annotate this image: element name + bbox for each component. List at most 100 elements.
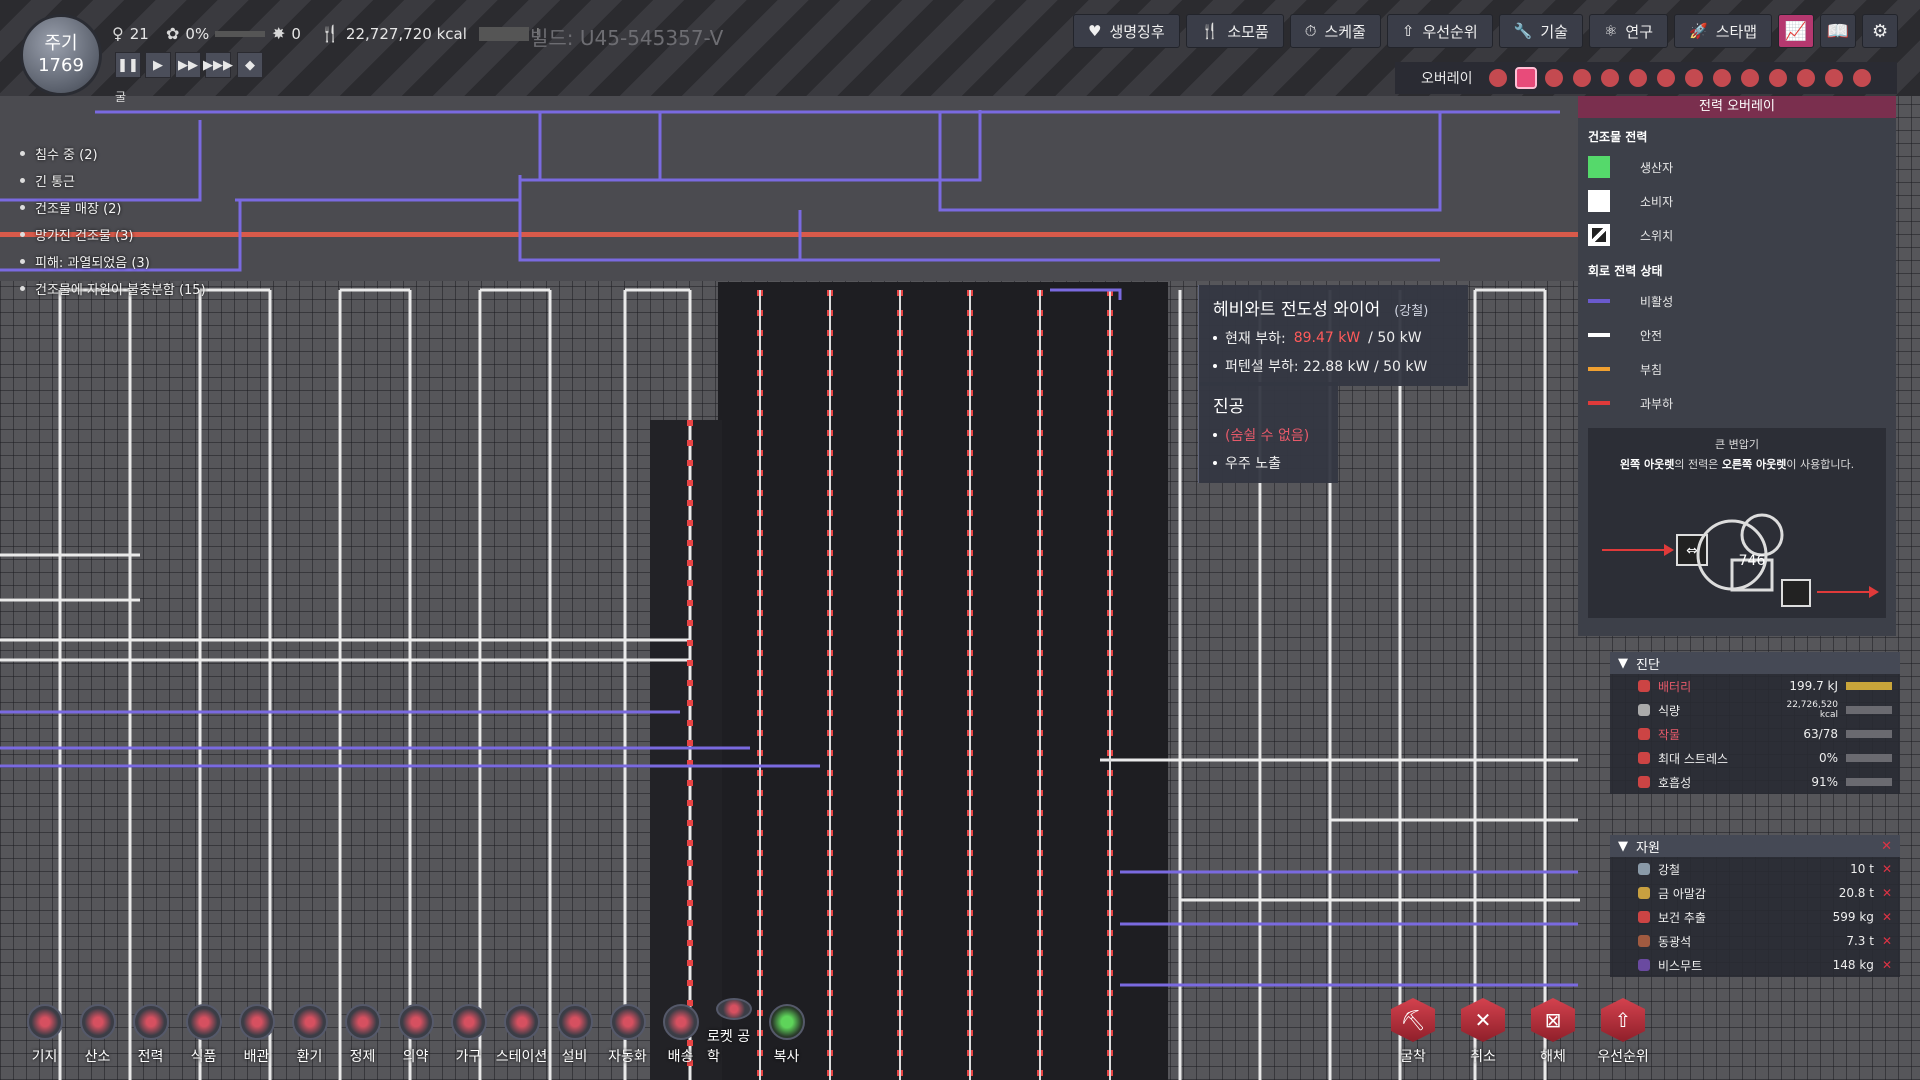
automation-overlay-icon[interactable]: [1824, 69, 1843, 87]
bullet-icon: [20, 259, 25, 264]
remove-icon[interactable]: ✕: [1882, 862, 1892, 876]
sick-value: 0: [291, 24, 301, 43]
temperature-overlay-icon[interactable]: [1544, 69, 1563, 87]
diagnostic-row[interactable]: 호흡성 91%: [1610, 770, 1900, 794]
close-icon[interactable]: ✕: [1881, 839, 1892, 854]
deconstruct-icon: ⊠: [1531, 998, 1575, 1042]
cutlery-icon: 🍴: [1200, 22, 1220, 40]
codex-button[interactable]: 📖: [1820, 14, 1857, 48]
farming-overlay-icon[interactable]: [1740, 69, 1759, 87]
nav-vitals-button[interactable]: ♥ 생명징후: [1073, 14, 1180, 48]
build-category-base[interactable]: 기지: [18, 998, 71, 1070]
bullet-icon: [1213, 364, 1217, 368]
build-label: 산소: [84, 1049, 111, 1065]
nav-schedule-button[interactable]: ⏱ 스케줄: [1289, 14, 1381, 48]
build-category-automation[interactable]: 자동화: [601, 998, 654, 1070]
nav-research-button[interactable]: ⚛ 연구: [1588, 14, 1668, 48]
resource-row[interactable]: 강철 10 t ✕: [1610, 857, 1900, 881]
cancel-tool-button[interactable]: ✕ 취소: [1455, 996, 1511, 1070]
suit-overlay-icon[interactable]: [1796, 69, 1815, 87]
diagnostic-row[interactable]: 식량 22,726,520 kcal: [1610, 698, 1900, 722]
cycle-clock[interactable]: 주기 1769: [20, 14, 102, 96]
resource-row[interactable]: 동광석 7.3 t ✕: [1610, 929, 1900, 953]
notification-item[interactable]: 망가진 건조물 (3): [20, 221, 206, 248]
build-label: 설비: [561, 1049, 588, 1065]
remove-icon[interactable]: ✕: [1882, 934, 1892, 948]
light-overlay-icon[interactable]: [1600, 69, 1619, 87]
settings-button[interactable]: ⚙: [1862, 14, 1899, 48]
dig-tool-button[interactable]: ⛏ 굴착: [1385, 996, 1441, 1070]
diag-bar: [1846, 778, 1892, 786]
build-category-ventilation[interactable]: 환기: [283, 998, 336, 1070]
legend-item: 과부하: [1578, 386, 1896, 420]
fast-button[interactable]: ▶▶: [175, 52, 201, 78]
build-category-refining[interactable]: 정제: [336, 998, 389, 1070]
resource-row[interactable]: 보건 추출 599 kg ✕: [1610, 905, 1900, 929]
nav-skills-button[interactable]: 🔧 기술: [1498, 14, 1583, 48]
stress-stat[interactable]: ✿ 0%: [166, 24, 266, 43]
overlay-label: 오버레이: [1421, 71, 1473, 87]
materials-overlay-icon[interactable]: [1572, 69, 1591, 87]
build-category-stations[interactable]: 스테이션: [495, 998, 548, 1070]
duplicant-count[interactable]: ♀ 21: [112, 24, 149, 43]
notification-item[interactable]: 긴 통근: [20, 167, 206, 194]
deconstruct-tool-button[interactable]: ⊠ 해체: [1525, 996, 1581, 1070]
resources-header[interactable]: ▼ 자원 ✕: [1610, 835, 1900, 857]
rooms-overlay-icon[interactable]: [1768, 69, 1787, 87]
decor-overlay-icon[interactable]: [1684, 69, 1703, 87]
legend-label: 과부하: [1640, 396, 1674, 411]
diagnostic-row[interactable]: 배터리 199.7 kJ: [1610, 674, 1900, 698]
nav-starmap-button[interactable]: 🚀 스타맵: [1674, 14, 1773, 48]
nav-consumables-button[interactable]: 🍴 소모품: [1185, 14, 1284, 48]
build-category-medicine[interactable]: 의약: [389, 998, 442, 1070]
fastest-button[interactable]: ▶▶▶: [203, 52, 233, 78]
notification-item[interactable]: 침수 중 (2): [20, 140, 206, 167]
notification-item[interactable]: 피해: 과열되었음 (3): [20, 248, 206, 275]
diag-value: 63/78: [1803, 727, 1838, 741]
plumbing-overlay-icon[interactable]: [1628, 69, 1647, 87]
legend-item: 부침: [1578, 352, 1896, 386]
build-category-power[interactable]: 전력: [124, 998, 177, 1070]
bullet-icon: [20, 178, 25, 183]
power-overlay-legend: 전력 오버레이 건조물 전력 생산자 소비자 스위치 회로 전력 상태 비활성 …: [1578, 96, 1896, 636]
sick-stat[interactable]: ✸ 0: [272, 24, 301, 43]
diag-name: 식량: [1658, 703, 1681, 718]
build-category-rocketry[interactable]: 로켓 공학: [707, 998, 760, 1070]
germ-overlay-icon[interactable]: [1712, 69, 1731, 87]
build-category-shipping[interactable]: 배송: [654, 998, 707, 1070]
notification-item[interactable]: 건조물에 자원이 불충분함 (15): [20, 275, 206, 302]
build-category-oxygen[interactable]: 산소: [71, 998, 124, 1070]
potential-load-row: 퍼텐셜 부하: 22.88 kW / 50 kW: [1213, 356, 1454, 376]
pause-button[interactable]: ❚❚: [115, 52, 141, 78]
remove-icon[interactable]: ✕: [1882, 886, 1892, 900]
play-button[interactable]: ▶: [145, 52, 171, 78]
diagnostic-row[interactable]: 최대 스트레스 0%: [1610, 746, 1900, 770]
build-category-utilities[interactable]: 설비: [548, 998, 601, 1070]
diag-name: 호흡성: [1658, 775, 1692, 790]
notification-item[interactable]: 건조물 매장 (2): [20, 194, 206, 221]
conveyor-overlay-icon[interactable]: [1852, 69, 1871, 87]
diagnostics-header[interactable]: ▼ 진단: [1610, 652, 1900, 674]
power-overlay-icon[interactable]: [1514, 67, 1537, 89]
resource-row[interactable]: 금 아말감 20.8 t ✕: [1610, 881, 1900, 905]
ventilation-overlay-icon[interactable]: [1656, 69, 1675, 87]
build-category-radiation[interactable]: 복사: [760, 998, 813, 1070]
diagnostics-title: 진단: [1636, 657, 1660, 673]
build-category-furniture[interactable]: 가구: [442, 998, 495, 1070]
calorie-stat[interactable]: 🍴 22,727,720 kcal !: [320, 24, 541, 43]
diag-bar: [1846, 754, 1892, 762]
bismuth-icon: [1638, 959, 1650, 971]
current-load-row: 현재 부하: 89.47 kW / 50 kW: [1213, 328, 1454, 348]
red-alert-button[interactable]: ◆: [237, 52, 263, 78]
nav-priority-button[interactable]: ⇧ 우선순위: [1386, 14, 1493, 48]
current-load-value: 89.47 kW: [1293, 330, 1361, 346]
build-category-plumbing[interactable]: 배관: [230, 998, 283, 1070]
build-category-food[interactable]: 식품: [177, 998, 230, 1070]
remove-icon[interactable]: ✕: [1882, 958, 1892, 972]
resource-row[interactable]: 비스무트 148 kg ✕: [1610, 953, 1900, 977]
reports-button[interactable]: 📈: [1778, 14, 1815, 48]
priority-tool-button[interactable]: ⇧ 우선순위: [1595, 996, 1651, 1070]
remove-icon[interactable]: ✕: [1882, 910, 1892, 924]
diagnostic-row[interactable]: 작물 63/78: [1610, 722, 1900, 746]
oxygen-overlay-icon[interactable]: [1488, 69, 1507, 87]
